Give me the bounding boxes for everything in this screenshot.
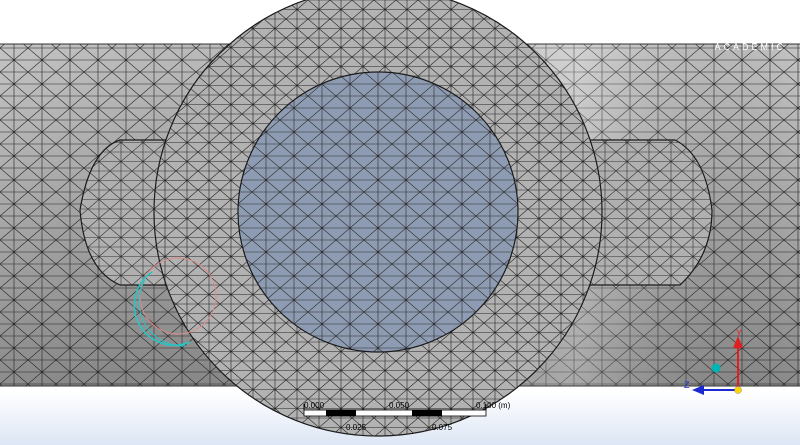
scale-label-0: 0.000 — [304, 401, 325, 410]
scale-label-1: 0.050 — [389, 401, 410, 410]
scale-label-2: 0.100 (m) — [476, 401, 511, 410]
product-name: ANSYS — [721, 6, 786, 26]
product-release: R2 — [770, 26, 786, 40]
scale-label-4: 0.075 — [432, 423, 453, 432]
product-version: 2020 — [740, 26, 768, 40]
selected-face[interactable] — [237, 71, 519, 353]
ansys-branding: ANSYS 2020 R2 ACADEMIC — [714, 6, 786, 54]
triad-origin-sphere — [734, 386, 742, 394]
triad-y-label: Y — [736, 328, 742, 338]
graphics-viewport[interactable]: 0.000 0.050 0.100 (m) 0.025 0.075 Y Z — [0, 0, 800, 445]
triad-z-label: Z — [684, 380, 690, 390]
scale-label-3: 0.025 — [346, 423, 367, 432]
isometric-view-sphere — [711, 363, 721, 373]
product-edition: ACADEMIC — [714, 42, 786, 52]
